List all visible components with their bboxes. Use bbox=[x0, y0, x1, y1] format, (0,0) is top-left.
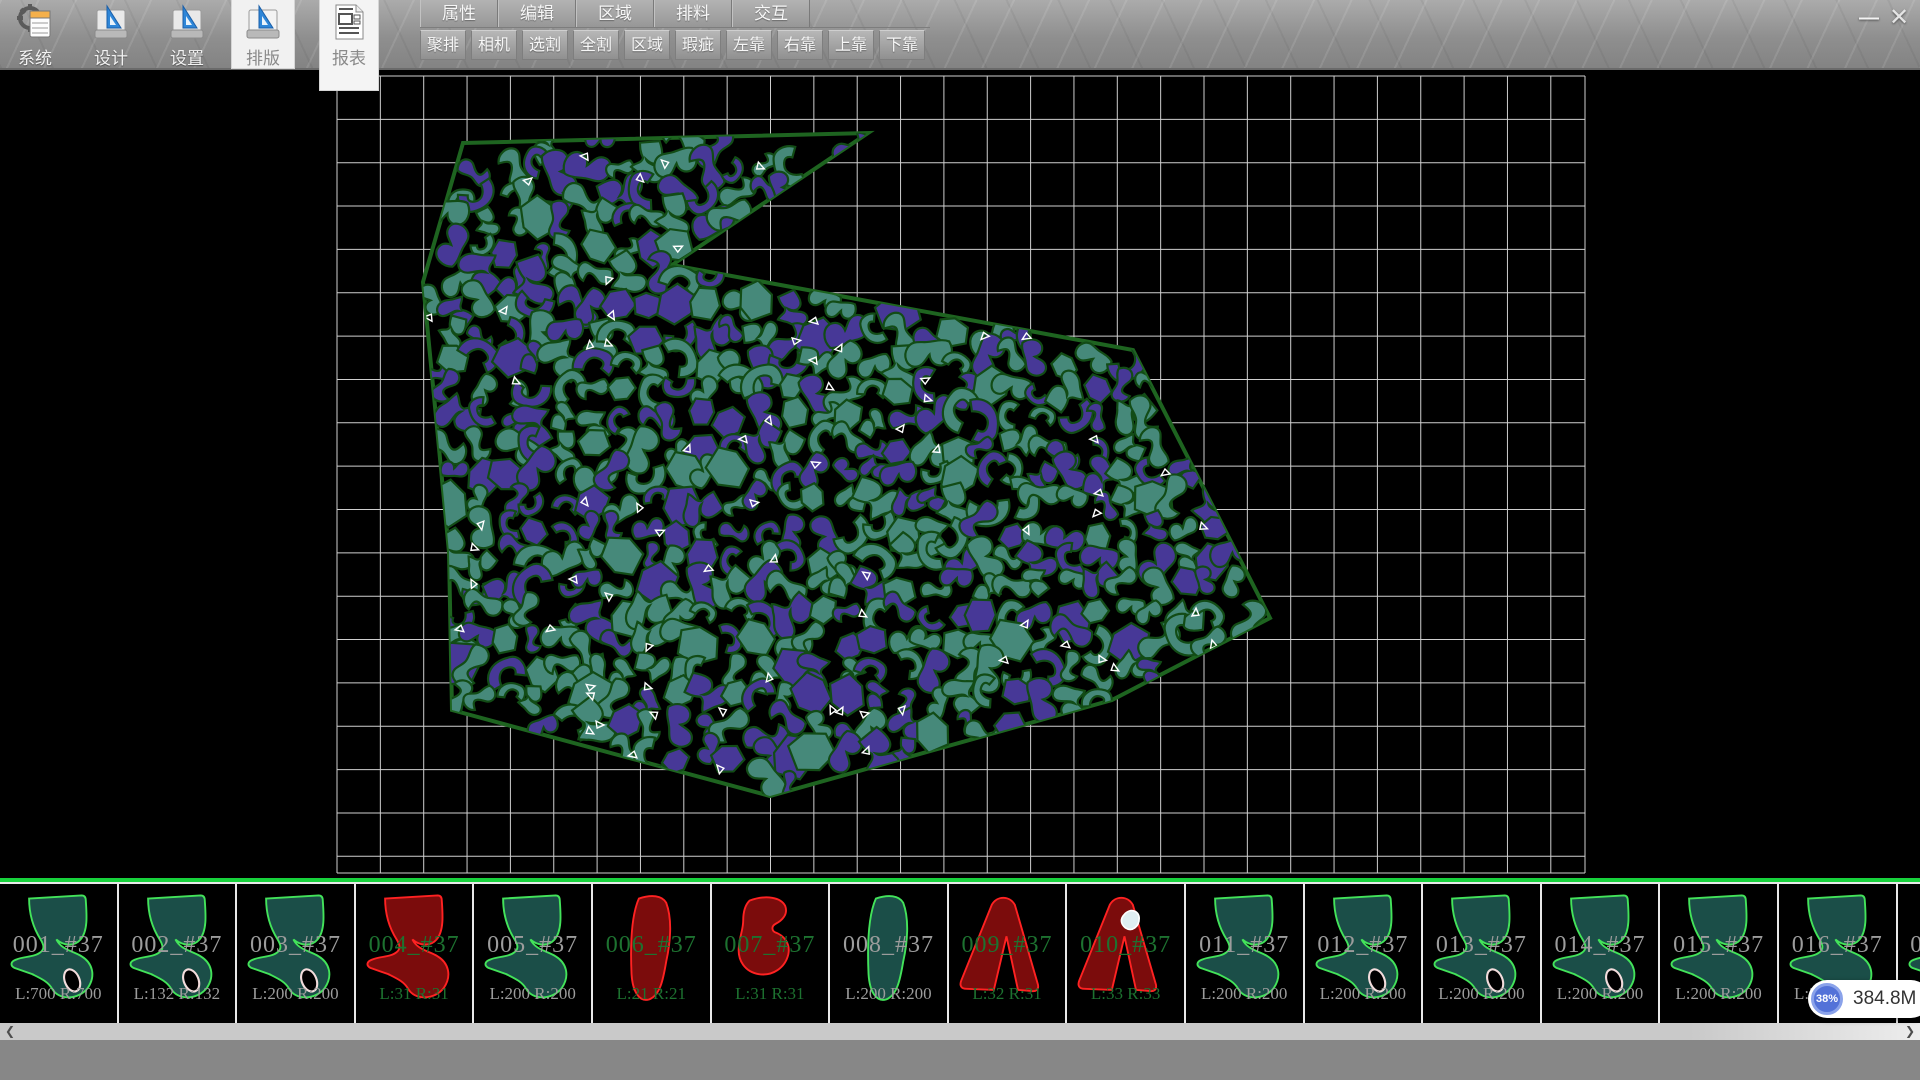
tool-button[interactable]: 区域 bbox=[624, 30, 670, 60]
piece-id-label: 011_#37 bbox=[1186, 932, 1303, 959]
piece-thumbnail[interactable]: 009_#37 L:32 R:31 bbox=[949, 884, 1068, 1023]
tool-button[interactable]: 下靠 bbox=[879, 30, 925, 60]
toolbar-button-label: 系统 bbox=[18, 44, 52, 69]
piece-count-label: L:200 R:200 bbox=[1423, 984, 1540, 1004]
piece-id-label: 007_#37 bbox=[712, 932, 829, 959]
piece-count-label: L:200 R:200 bbox=[1660, 984, 1777, 1004]
menu-item[interactable]: 排料 bbox=[654, 0, 732, 27]
piece-count-label: L:200 R:200 bbox=[830, 984, 947, 1004]
toolbar-button-label: 排版 bbox=[246, 44, 280, 69]
piece-id-label: 014_#37 bbox=[1542, 932, 1659, 959]
nesting-app-window: 系统设计设置排版报表 属性编辑区域排料交互 聚排相机选割全割区域瑕疵左靠右靠上靠… bbox=[0, 0, 1920, 1080]
piece-id-label: 017_#37 bbox=[1898, 932, 1920, 959]
system-icon bbox=[15, 2, 55, 42]
piece-thumbnail[interactable]: 010_#37 L:33 R:33 bbox=[1067, 884, 1186, 1023]
memory-usage-label: 384.8M bbox=[1853, 988, 1916, 1010]
piece-thumbnail[interactable]: 002_#37 L:132 R:132 bbox=[119, 884, 238, 1023]
toolbar-button-label: 设置 bbox=[170, 44, 204, 69]
layout-icon bbox=[243, 2, 283, 42]
piece-thumbnail[interactable]: 013_#37 L:200 R:200 bbox=[1423, 884, 1542, 1023]
piece-id-label: 003_#37 bbox=[237, 932, 354, 959]
menu-area: 属性编辑区域排料交互 聚排相机选割全割区域瑕疵左靠右靠上靠下靠 bbox=[420, 0, 930, 60]
piece-id-label: 001_#37 bbox=[0, 932, 117, 959]
toolbar-button-layout[interactable]: 排版 bbox=[232, 0, 294, 68]
menu-item[interactable]: 交互 bbox=[732, 0, 810, 27]
menu-item[interactable]: 编辑 bbox=[498, 0, 576, 27]
toolbar-button-report[interactable]: 报表 bbox=[320, 0, 378, 90]
piece-count-label: L:32 R:31 bbox=[949, 984, 1066, 1004]
tool-button[interactable]: 右靠 bbox=[777, 30, 823, 60]
piece-id-label: 016_#37 bbox=[1779, 932, 1896, 959]
tool-button[interactable]: 瑕疵 bbox=[675, 30, 721, 60]
progress-badge: 38% bbox=[1811, 983, 1843, 1015]
piece-count-label: L:21 R:21 bbox=[593, 984, 710, 1004]
piece-count-label: L:200 R:200 bbox=[237, 984, 354, 1004]
piece-count-label: L:200 R:200 bbox=[1305, 984, 1422, 1004]
piece-count-label: L:200 R:200 bbox=[474, 984, 591, 1004]
report-icon bbox=[329, 2, 369, 42]
piece-thumbnail[interactable]: 015_#37 L:200 R:200 bbox=[1660, 884, 1779, 1023]
menu-item[interactable]: 属性 bbox=[420, 0, 498, 27]
memory-progress-pill: 38% 384.8M bbox=[1808, 980, 1920, 1018]
piece-id-label: 009_#37 bbox=[949, 932, 1066, 959]
piece-count-label: L:132 R:132 bbox=[119, 984, 236, 1004]
titlebar: 系统设计设置排版报表 属性编辑区域排料交互 聚排相机选割全割区域瑕疵左靠右靠上靠… bbox=[0, 0, 1920, 70]
close-button[interactable]: ✕ bbox=[1884, 5, 1914, 33]
piece-id-label: 015_#37 bbox=[1660, 932, 1777, 959]
piece-id-label: 012_#37 bbox=[1305, 932, 1422, 959]
piece-count-label: L:700 R:700 bbox=[0, 984, 117, 1004]
piece-thumbnail[interactable]: 012_#37 L:200 R:200 bbox=[1305, 884, 1424, 1023]
scroll-right-icon[interactable]: ❯ bbox=[1900, 1023, 1920, 1040]
piece-thumbnail[interactable]: 005_#37 L:200 R:200 bbox=[474, 884, 593, 1023]
piece-thumbnail[interactable]: 011_#37 L:200 R:200 bbox=[1186, 884, 1305, 1023]
toolbar-button-design[interactable]: 设计 bbox=[80, 0, 142, 68]
piece-thumbnail[interactable]: 001_#37 L:700 R:700 bbox=[0, 884, 119, 1023]
status-bar bbox=[0, 1040, 1920, 1080]
tool-button[interactable]: 相机 bbox=[471, 30, 517, 60]
piece-thumbnail[interactable]: 003_#37 L:200 R:200 bbox=[237, 884, 356, 1023]
piece-count-label: L:31 R:31 bbox=[356, 984, 473, 1004]
piece-thumbnail-strip: 001_#37L:700 R:700002_#37L:132 R:132003_… bbox=[0, 882, 1920, 1023]
hide-layout-drawing bbox=[0, 68, 1920, 878]
piece-thumbnail[interactable]: 008_#37 L:200 R:200 bbox=[830, 884, 949, 1023]
menu-bar: 属性编辑区域排料交互 bbox=[420, 0, 930, 28]
minimize-button[interactable]: — bbox=[1854, 5, 1884, 33]
piece-thumbnail[interactable]: 014_#37 L:200 R:200 bbox=[1542, 884, 1661, 1023]
piece-count-label: L:33 R:33 bbox=[1067, 984, 1184, 1004]
toolbar-button-system[interactable]: 系统 bbox=[4, 0, 66, 68]
piece-id-label: 013_#37 bbox=[1423, 932, 1540, 959]
piece-count-label: L:31 R:31 bbox=[712, 984, 829, 1004]
tool-button[interactable]: 上靠 bbox=[828, 30, 874, 60]
design-icon bbox=[91, 2, 131, 42]
tool-button[interactable]: 左靠 bbox=[726, 30, 772, 60]
piece-id-label: 004_#37 bbox=[356, 932, 473, 959]
piece-count-label: L:200 R:200 bbox=[1542, 984, 1659, 1004]
nesting-canvas[interactable] bbox=[0, 68, 1920, 878]
toolbar-button-label: 设计 bbox=[94, 44, 128, 69]
piece-id-label: 006_#37 bbox=[593, 932, 710, 959]
piece-id-label: 010_#37 bbox=[1067, 932, 1184, 959]
tool-button[interactable]: 聚排 bbox=[420, 30, 466, 60]
piece-id-label: 005_#37 bbox=[474, 932, 591, 959]
piece-id-label: 002_#37 bbox=[119, 932, 236, 959]
piece-id-label: 008_#37 bbox=[830, 932, 947, 959]
piece-thumbnail[interactable]: 004_#37 L:31 R:31 bbox=[356, 884, 475, 1023]
main-toolbar: 系统 设计 设置 排版 报表 bbox=[4, 0, 392, 68]
piece-thumbnail[interactable]: 006_#37 L:21 R:21 bbox=[593, 884, 712, 1023]
toolbar-button-settings[interactable]: 设置 bbox=[156, 0, 218, 68]
tool-button[interactable]: 选割 bbox=[522, 30, 568, 60]
settings-icon bbox=[167, 2, 207, 42]
tool-button[interactable]: 全割 bbox=[573, 30, 619, 60]
piece-thumbnail[interactable]: 007_#37 L:31 R:31 bbox=[712, 884, 831, 1023]
horizontal-scrollbar[interactable]: ❮ ❯ bbox=[0, 1023, 1920, 1040]
scroll-left-icon[interactable]: ❮ bbox=[0, 1023, 20, 1040]
tool-bar: 聚排相机选割全割区域瑕疵左靠右靠上靠下靠 bbox=[420, 30, 930, 60]
piece-count-label: L:200 R:200 bbox=[1186, 984, 1303, 1004]
toolbar-button-label: 报表 bbox=[332, 44, 366, 69]
window-controls: — ✕ bbox=[1854, 5, 1914, 33]
menu-item[interactable]: 区域 bbox=[576, 0, 654, 27]
